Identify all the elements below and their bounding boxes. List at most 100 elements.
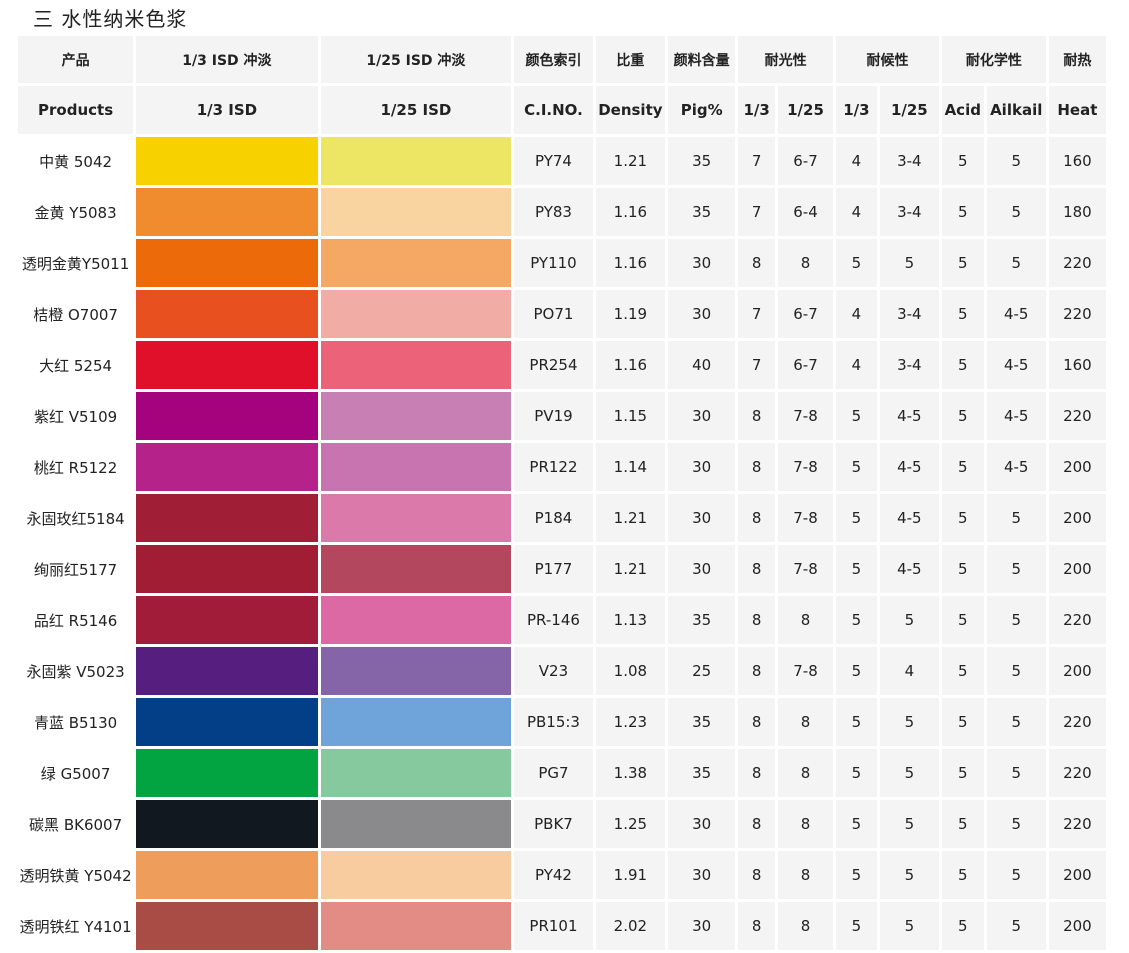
density-cell: 1.08	[595, 647, 666, 695]
color-swatch-125	[320, 290, 512, 338]
weather-125-cell: 4-5	[879, 545, 939, 593]
acid-cell: 5	[941, 545, 984, 593]
header-tint-125-en: 1/25 ISD	[320, 86, 512, 134]
pigment-cell: 30	[668, 290, 736, 338]
heat-cell: 220	[1048, 749, 1106, 797]
heat-cell: 220	[1048, 392, 1106, 440]
swatch-cell-125	[320, 902, 512, 950]
pigment-cell: 35	[668, 137, 736, 185]
density-cell: 1.21	[595, 137, 666, 185]
weather-13-cell: 4	[836, 188, 877, 236]
density-cell: 1.13	[595, 596, 666, 644]
header-chemical-cn: 耐化学性	[941, 36, 1046, 83]
product-name: 大红 5254	[18, 341, 134, 389]
header-alkali-en: Ailkail	[986, 86, 1046, 134]
swatch-cell-125	[320, 647, 512, 695]
table-row: 金黄 Y5083 PY83 1.16 35 7 6-4 4 3-4 5 5 180	[18, 188, 1106, 236]
weather-13-cell: 5	[836, 749, 877, 797]
alkali-cell: 4-5	[986, 443, 1046, 491]
alkali-cell: 5	[986, 698, 1046, 746]
alkali-cell: 5	[986, 647, 1046, 695]
header-weather-125-en: 1/25	[879, 86, 939, 134]
pigment-cell: 25	[668, 647, 736, 695]
header-tint-13-en: 1/3 ISD	[136, 86, 318, 134]
density-cell: 1.25	[595, 800, 666, 848]
acid-cell: 5	[941, 188, 984, 236]
color-swatch-13	[136, 800, 318, 848]
product-name: 绿 G5007	[18, 749, 134, 797]
color-swatch-13	[136, 698, 318, 746]
alkali-cell: 5	[986, 188, 1046, 236]
table-row: 青蓝 B5130 PB15:3 1.23 35 8 8 5 5 5 5 220	[18, 698, 1106, 746]
light-125-cell: 7-8	[777, 443, 834, 491]
swatch-cell-125	[320, 596, 512, 644]
color-index-cell: P184	[514, 494, 593, 542]
weather-13-cell: 5	[836, 851, 877, 899]
weather-125-cell: 5	[879, 800, 939, 848]
acid-cell: 5	[941, 392, 984, 440]
light-125-cell: 8	[777, 239, 834, 287]
table-row: 透明铁红 Y4101 PR101 2.02 30 8 8 5 5 5 5 200	[18, 902, 1106, 950]
light-13-cell: 8	[738, 596, 775, 644]
weather-13-cell: 5	[836, 902, 877, 950]
table-row: 碳黑 BK6007 PBK7 1.25 30 8 8 5 5 5 5 220	[18, 800, 1106, 848]
light-125-cell: 8	[777, 596, 834, 644]
color-swatch-13	[136, 290, 318, 338]
swatch-cell-125	[320, 239, 512, 287]
product-name: 中黄 5042	[18, 137, 134, 185]
color-swatch-125	[320, 341, 512, 389]
swatch-cell-125	[320, 749, 512, 797]
table-row: 桔橙 O7007 PO71 1.19 30 7 6-7 4 3-4 5 4-5 220	[18, 290, 1106, 338]
weather-125-cell: 4-5	[879, 392, 939, 440]
header-density-cn: 比重	[595, 36, 666, 83]
alkali-cell: 4-5	[986, 290, 1046, 338]
product-name: 碳黑 BK6007	[18, 800, 134, 848]
heat-cell: 200	[1048, 545, 1106, 593]
product-name: 永固玫红5184	[18, 494, 134, 542]
light-125-cell: 7-8	[777, 545, 834, 593]
color-swatch-125	[320, 188, 512, 236]
swatch-cell-13	[136, 341, 318, 389]
color-swatch-13	[136, 494, 318, 542]
header-tint-125-cn: 1/25 ISD 冲淡	[320, 36, 512, 83]
heat-cell: 220	[1048, 596, 1106, 644]
acid-cell: 5	[941, 494, 984, 542]
color-swatch-13	[136, 239, 318, 287]
light-125-cell: 6-4	[777, 188, 834, 236]
color-index-cell: P177	[514, 545, 593, 593]
heat-cell: 180	[1048, 188, 1106, 236]
color-swatch-13	[136, 749, 318, 797]
swatch-cell-125	[320, 545, 512, 593]
color-swatch-125	[320, 494, 512, 542]
color-swatch-125	[320, 443, 512, 491]
alkali-cell: 5	[986, 494, 1046, 542]
acid-cell: 5	[941, 596, 984, 644]
swatch-cell-13	[136, 443, 318, 491]
color-swatch-125	[320, 698, 512, 746]
color-index-cell: PG7	[514, 749, 593, 797]
header-light-13-en: 1/3	[738, 86, 775, 134]
swatch-cell-13	[136, 392, 318, 440]
header-row-cn: 产品 1/3 ISD 冲淡 1/25 ISD 冲淡 颜色索引 比重 颜料含量 耐…	[18, 36, 1106, 83]
product-name: 金黄 Y5083	[18, 188, 134, 236]
acid-cell: 5	[941, 647, 984, 695]
table-row: 透明铁黄 Y5042 PY42 1.91 30 8 8 5 5 5 5 200	[18, 851, 1106, 899]
density-cell: 1.19	[595, 290, 666, 338]
header-product-en: Products	[18, 86, 134, 134]
product-name: 透明铁红 Y4101	[18, 902, 134, 950]
pigment-cell: 40	[668, 341, 736, 389]
table-row: 大红 5254 PR254 1.16 40 7 6-7 4 3-4 5 4-5 160	[18, 341, 1106, 389]
table-row: 品红 R5146 PR-146 1.13 35 8 8 5 5 5 5 220	[18, 596, 1106, 644]
pigment-table: 产品 1/3 ISD 冲淡 1/25 ISD 冲淡 颜色索引 比重 颜料含量 耐…	[15, 33, 1109, 953]
color-index-cell: PR101	[514, 902, 593, 950]
swatch-cell-13	[136, 290, 318, 338]
pigment-cell: 30	[668, 494, 736, 542]
weather-125-cell: 5	[879, 239, 939, 287]
density-cell: 1.23	[595, 698, 666, 746]
pigment-cell: 30	[668, 443, 736, 491]
header-row-en: Products 1/3 ISD 1/25 ISD C.I.NO. Densit…	[18, 86, 1106, 134]
light-13-cell: 8	[738, 494, 775, 542]
acid-cell: 5	[941, 698, 984, 746]
color-index-cell: PR-146	[514, 596, 593, 644]
light-125-cell: 8	[777, 851, 834, 899]
